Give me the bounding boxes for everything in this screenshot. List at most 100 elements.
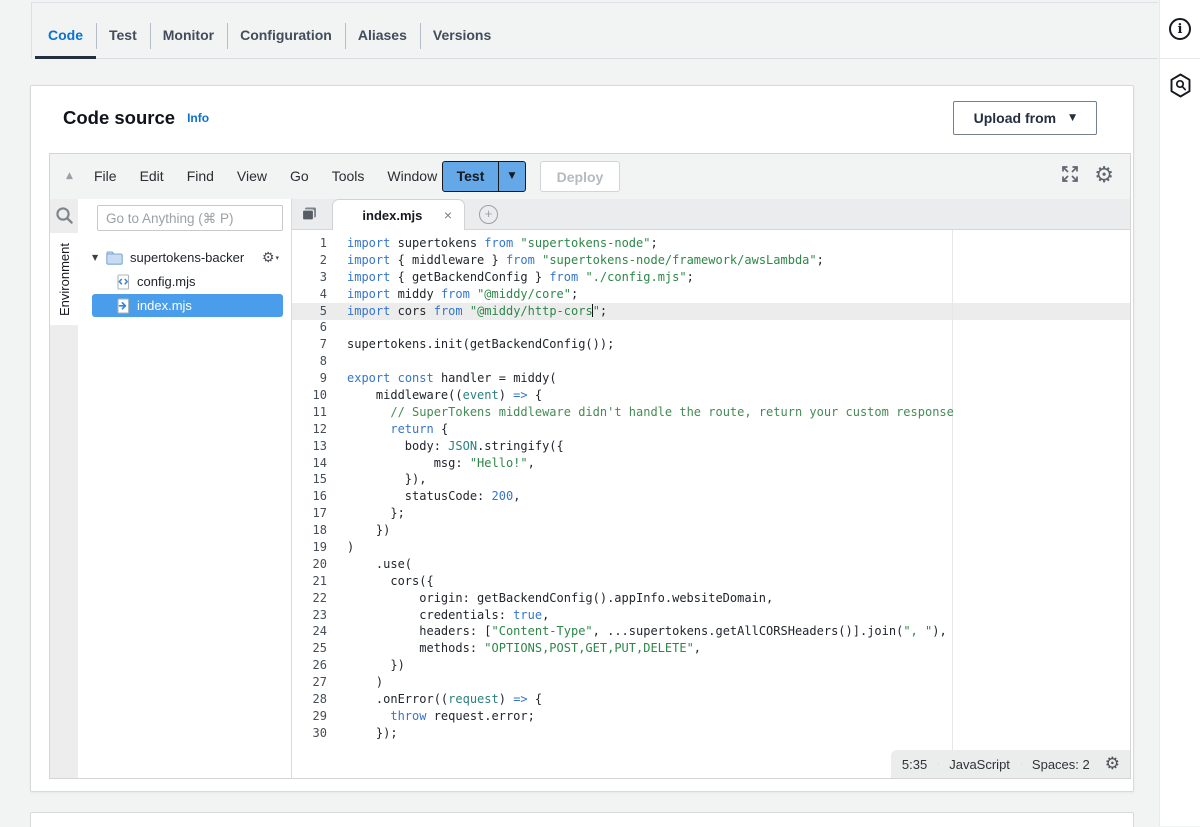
- line-number[interactable]: 15: [292, 471, 337, 488]
- code-line[interactable]: // SuperTokens middleware didn't handle …: [347, 404, 1130, 421]
- code-line[interactable]: ): [347, 674, 1130, 691]
- menu-file[interactable]: File: [94, 168, 117, 184]
- line-number[interactable]: 23: [292, 607, 337, 624]
- line-number[interactable]: 2: [292, 252, 337, 269]
- search-icon[interactable]: [54, 205, 75, 231]
- code-line[interactable]: import cors from "@middy/http-cors";: [347, 303, 1130, 320]
- collapse-panel-icon[interactable]: ▲: [66, 171, 73, 181]
- test-button-label[interactable]: Test: [443, 162, 499, 191]
- language-mode[interactable]: JavaScript: [938, 757, 1021, 772]
- code-line[interactable]: import supertokens from "supertokens-nod…: [347, 235, 1130, 252]
- indentation-setting[interactable]: Spaces: 2: [1021, 757, 1101, 772]
- code-line[interactable]: methods: "OPTIONS,POST,GET,PUT,DELETE",: [347, 640, 1130, 657]
- tree-folder-supertokens-backer[interactable]: ▼supertokens-backer⚙▾: [92, 246, 283, 269]
- code-line[interactable]: supertokens.init(getBackendConfig());: [347, 336, 1130, 353]
- line-number[interactable]: 26: [292, 657, 337, 674]
- code-line[interactable]: statusCode: 200,: [347, 488, 1130, 505]
- deploy-button[interactable]: Deploy: [540, 161, 620, 192]
- menu-go[interactable]: Go: [290, 168, 309, 184]
- line-number[interactable]: 9: [292, 370, 337, 387]
- code-line[interactable]: .onError((request) => {: [347, 691, 1130, 708]
- tab-configuration[interactable]: Configuration: [227, 14, 345, 57]
- code-line[interactable]: import { getBackendConfig } from "./conf…: [347, 269, 1130, 286]
- tab-test[interactable]: Test: [96, 14, 150, 57]
- info-link[interactable]: Info: [187, 111, 209, 125]
- code-line[interactable]: .use(: [347, 556, 1130, 573]
- code-line[interactable]: ): [347, 539, 1130, 556]
- code-line[interactable]: };: [347, 505, 1130, 522]
- code-line[interactable]: export const handler = middy(: [347, 370, 1130, 387]
- code-area[interactable]: 1234567891011121314151617181920212223242…: [292, 230, 1130, 778]
- goto-anything-input[interactable]: [97, 205, 283, 231]
- line-number[interactable]: 7: [292, 336, 337, 353]
- editor-tab-index-mjs[interactable]: index.mjs ×: [332, 199, 465, 230]
- fullscreen-icon[interactable]: [1061, 165, 1079, 188]
- test-dropdown-icon[interactable]: ▼: [499, 162, 525, 191]
- code-line[interactable]: }): [347, 657, 1130, 674]
- menu-tools[interactable]: Tools: [332, 168, 365, 184]
- environment-tab[interactable]: Environment: [50, 233, 78, 325]
- code-line[interactable]: import { middleware } from "supertokens-…: [347, 252, 1130, 269]
- upload-from-button[interactable]: Upload from ▼: [953, 101, 1097, 135]
- line-number[interactable]: 10: [292, 387, 337, 404]
- tab-versions[interactable]: Versions: [420, 14, 504, 57]
- code-line[interactable]: });: [347, 725, 1130, 742]
- code-line[interactable]: body: JSON.stringify({: [347, 438, 1130, 455]
- line-number[interactable]: 16: [292, 488, 337, 505]
- new-tab-button[interactable]: +: [479, 205, 498, 224]
- menu-view[interactable]: View: [237, 168, 267, 184]
- line-number[interactable]: 1: [292, 235, 337, 252]
- line-number[interactable]: 5: [292, 303, 337, 320]
- line-number[interactable]: 19: [292, 539, 337, 556]
- tree-file-index.mjs[interactable]: index.mjs: [92, 294, 283, 317]
- line-number[interactable]: 8: [292, 353, 337, 370]
- code-line[interactable]: throw request.error;: [347, 708, 1130, 725]
- line-number[interactable]: 18: [292, 522, 337, 539]
- line-number[interactable]: 6: [292, 319, 337, 336]
- line-number[interactable]: 24: [292, 623, 337, 640]
- code-line[interactable]: origin: getBackendConfig().appInfo.websi…: [347, 590, 1130, 607]
- tab-code[interactable]: Code: [35, 14, 96, 57]
- code-line[interactable]: headers: ["Content-Type", ...supertokens…: [347, 623, 1130, 640]
- tab-aliases[interactable]: Aliases: [345, 14, 420, 57]
- line-number[interactable]: 25: [292, 640, 337, 657]
- line-number[interactable]: 29: [292, 708, 337, 725]
- close-tab-icon[interactable]: ×: [444, 207, 452, 223]
- code-line[interactable]: }),: [347, 471, 1130, 488]
- menu-window[interactable]: Window: [387, 168, 437, 184]
- menu-find[interactable]: Find: [187, 168, 214, 184]
- line-number[interactable]: 11: [292, 404, 337, 421]
- line-number[interactable]: 3: [292, 269, 337, 286]
- code-line[interactable]: msg: "Hello!",: [347, 455, 1130, 472]
- tab-list-icon[interactable]: [301, 206, 318, 227]
- line-number[interactable]: 4: [292, 286, 337, 303]
- menu-edit[interactable]: Edit: [140, 168, 164, 184]
- line-number[interactable]: 17: [292, 505, 337, 522]
- line-number[interactable]: 14: [292, 455, 337, 472]
- line-number[interactable]: 12: [292, 421, 337, 438]
- statusbar-gear-icon[interactable]: ⚙: [1101, 756, 1130, 773]
- cursor-position[interactable]: 5:35: [891, 757, 938, 772]
- code-line[interactable]: import middy from "@middy/core";: [347, 286, 1130, 303]
- line-number[interactable]: 13: [292, 438, 337, 455]
- line-number[interactable]: 21: [292, 573, 337, 590]
- code-line[interactable]: middleware((event) => {: [347, 387, 1130, 404]
- code-line[interactable]: [347, 319, 1130, 336]
- line-number[interactable]: 20: [292, 556, 337, 573]
- code-line[interactable]: cors({: [347, 573, 1130, 590]
- folder-expander-icon[interactable]: ▼: [92, 253, 106, 262]
- hexagon-panel-button[interactable]: [1160, 59, 1200, 117]
- line-number[interactable]: 30: [292, 725, 337, 742]
- code-line[interactable]: return {: [347, 421, 1130, 438]
- tab-monitor[interactable]: Monitor: [150, 14, 227, 57]
- code-line[interactable]: credentials: true,: [347, 607, 1130, 624]
- line-number[interactable]: 28: [292, 691, 337, 708]
- code-line[interactable]: [347, 353, 1130, 370]
- line-number[interactable]: 22: [292, 590, 337, 607]
- line-number[interactable]: 27: [292, 674, 337, 691]
- code-line[interactable]: }): [347, 522, 1130, 539]
- editor-settings-gear-icon[interactable]: ⚙: [1094, 165, 1114, 187]
- test-button[interactable]: Test ▼: [442, 161, 526, 192]
- help-panel-button[interactable]: i: [1160, 0, 1200, 59]
- tree-file-config.mjs[interactable]: config.mjs: [92, 270, 283, 293]
